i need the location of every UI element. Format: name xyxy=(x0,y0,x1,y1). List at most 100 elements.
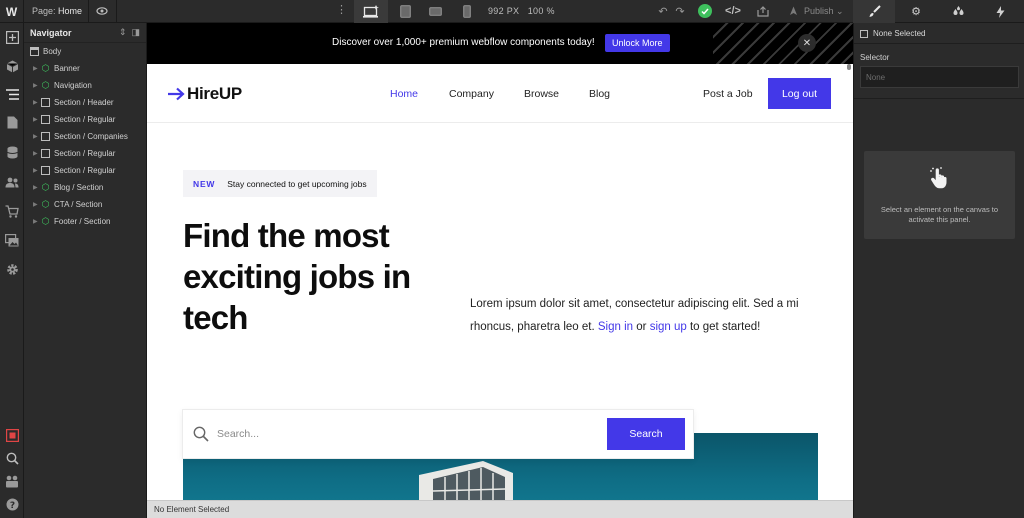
expand-caret-icon[interactable]: ▶ xyxy=(33,150,41,157)
design-canvas[interactable]: Discover over 1,000+ premium webflow com… xyxy=(147,23,853,500)
divider xyxy=(854,43,1024,44)
unlock-more-button[interactable]: Unlock More xyxy=(605,34,670,52)
style-brush-icon[interactable] xyxy=(853,0,895,23)
navigator-icon[interactable] xyxy=(5,87,19,101)
section-box-icon xyxy=(41,149,50,158)
symbol-icon: ⬡ xyxy=(41,80,50,90)
navigator-item[interactable]: ▶ ⬡ Navigation xyxy=(24,77,146,94)
canvas-scrollbar[interactable] xyxy=(847,64,851,70)
navigator-item[interactable]: ▶ Section / Regular xyxy=(24,162,146,179)
job-search-box: Search xyxy=(182,409,694,459)
export-icon[interactable] xyxy=(756,4,770,18)
nav-link-blog[interactable]: Blog xyxy=(589,88,610,100)
navigator-item-label: Banner xyxy=(54,64,80,73)
webflow-logo[interactable]: W xyxy=(0,0,24,23)
logout-button[interactable]: Log out xyxy=(768,78,831,109)
stop-record-icon[interactable] xyxy=(5,428,19,442)
post-job-link[interactable]: Post a Job xyxy=(703,88,753,100)
expand-caret-icon[interactable]: ▶ xyxy=(33,99,41,106)
saved-status-icon xyxy=(698,4,712,18)
navigator-item[interactable]: ▶ Section / Header xyxy=(24,94,146,111)
navigator-item-label: Navigation xyxy=(54,81,92,90)
expand-caret-icon[interactable]: ▶ xyxy=(33,82,41,89)
settings-gear-icon[interactable]: ⚙ xyxy=(895,0,937,23)
divider xyxy=(88,0,89,23)
expand-caret-icon[interactable]: ▶ xyxy=(33,65,41,72)
brand-logo[interactable]: HireUP xyxy=(167,84,242,104)
navigator-item[interactable]: ▶ Section / Regular xyxy=(24,145,146,162)
navigator-item[interactable]: ▶ ⬡ Footer / Section xyxy=(24,213,146,230)
assets-images-icon[interactable] xyxy=(5,233,19,247)
navigator-item-label: CTA / Section xyxy=(54,200,103,209)
more-options-icon[interactable]: ⋮ xyxy=(336,3,347,16)
expand-caret-icon[interactable]: ▶ xyxy=(33,184,41,191)
pages-icon[interactable] xyxy=(5,115,19,129)
navigator-item[interactable]: ▶ ⬡ Banner xyxy=(24,60,146,77)
navigator-header: Navigator ⇕ ◨ xyxy=(24,23,146,43)
users-icon[interactable] xyxy=(5,175,19,189)
close-icon[interactable]: ✕ xyxy=(798,34,816,52)
publish-button[interactable]: Publish ⌄ xyxy=(804,6,844,17)
cms-database-icon[interactable] xyxy=(5,145,19,159)
undo-icon[interactable]: ↶ xyxy=(656,4,670,18)
symbol-icon: ⬡ xyxy=(41,216,50,226)
section-box-icon xyxy=(41,115,50,124)
video-tutorials-icon[interactable] xyxy=(5,474,19,488)
page-selector[interactable]: Page: Home xyxy=(32,6,82,16)
expand-caret-icon[interactable]: ▶ xyxy=(33,218,41,225)
selection-box-icon xyxy=(860,29,868,38)
webflow-designer: W Page: Home ⋮ 992 PX 100 % ↶ ↷ </> Publ… xyxy=(0,0,1024,518)
section-box-icon xyxy=(41,132,50,141)
canvas-size-readout: 992 PX 100 % xyxy=(488,6,555,16)
search-button[interactable]: Search xyxy=(607,418,685,450)
interactions-bolt-icon[interactable] xyxy=(979,0,1021,23)
nav-link-company[interactable]: Company xyxy=(449,88,494,100)
publish-label: Publish xyxy=(804,6,834,16)
style-manager-drops-icon[interactable] xyxy=(937,0,979,23)
empty-state-card: Select an element on the canvas to activ… xyxy=(864,151,1015,239)
publish-rocket-icon[interactable] xyxy=(786,4,800,18)
sign-in-link[interactable]: Sign in xyxy=(598,321,633,333)
navigator-item-label: Blog / Section xyxy=(54,183,104,192)
sign-up-link[interactable]: sign up xyxy=(650,321,687,333)
preview-eye-icon[interactable] xyxy=(96,5,108,17)
navigator-item-label: Footer / Section xyxy=(54,217,111,226)
redo-icon[interactable]: ↷ xyxy=(673,4,687,18)
nav-link-browse[interactable]: Browse xyxy=(524,88,559,100)
tablet-breakpoint-icon[interactable] xyxy=(388,0,422,23)
hero-lead: Lorem ipsum dolor sit amet, consectetur … xyxy=(470,293,820,339)
navigator-item[interactable]: ▶ ⬡ CTA / Section xyxy=(24,196,146,213)
symbols-cube-icon[interactable] xyxy=(5,59,19,73)
page-label: Page: xyxy=(32,6,56,16)
navigator-item[interactable]: ▶ ⬡ Blog / Section xyxy=(24,179,146,196)
search-icon[interactable] xyxy=(5,451,19,465)
mobile-landscape-icon[interactable] xyxy=(418,0,452,23)
width-readout: 992 PX xyxy=(488,6,520,16)
expand-caret-icon[interactable]: ▶ xyxy=(33,133,41,140)
navigator-item-label: Section / Companies xyxy=(54,132,128,141)
page-name: Home xyxy=(58,6,83,16)
zoom-readout: 100 % xyxy=(527,6,555,16)
code-icon[interactable]: </> xyxy=(725,4,741,18)
navigator-item[interactable]: ▶ Section / Regular xyxy=(24,111,146,128)
search-input[interactable] xyxy=(217,424,597,444)
mobile-portrait-icon[interactable] xyxy=(450,0,484,23)
navigator-item[interactable]: Body xyxy=(24,43,146,60)
expand-caret-icon[interactable]: ▶ xyxy=(33,167,41,174)
navigator-tree: Body ▶ ⬡ Banner ▶ ⬡ Navigation ▶ Section / Heade… xyxy=(24,43,146,230)
navigator-item[interactable]: ▶ Section / Companies xyxy=(24,128,146,145)
help-question-icon[interactable]: ? xyxy=(5,497,19,511)
expand-caret-icon[interactable]: ▶ xyxy=(33,201,41,208)
navigator-controls[interactable]: ⇕ ◨ xyxy=(119,27,140,38)
site-settings-gear-icon[interactable] xyxy=(5,262,19,276)
add-elements-icon[interactable] xyxy=(5,30,19,44)
hero-headline: Find the most exciting jobs in tech xyxy=(183,217,411,336)
new-badge: NEW xyxy=(193,178,216,189)
expand-caret-icon[interactable]: ▶ xyxy=(33,116,41,123)
selector-field[interactable]: None xyxy=(860,66,1019,88)
desktop-breakpoint-icon[interactable] xyxy=(354,0,388,23)
ecommerce-cart-icon[interactable] xyxy=(5,204,19,218)
site-header: HireUP Home Company Browse Blog Post a J… xyxy=(147,64,853,123)
none-selected-label: None Selected xyxy=(873,29,926,38)
nav-link-home[interactable]: Home xyxy=(390,88,418,100)
